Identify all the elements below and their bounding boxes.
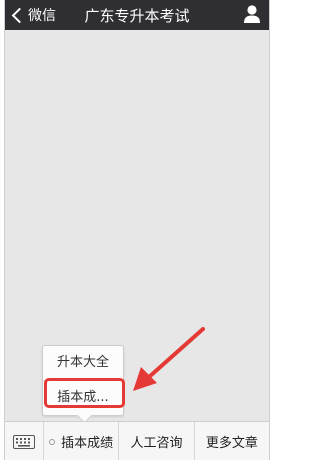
menu-tab-chaben-chengji[interactable]: 插本成绩 bbox=[44, 422, 118, 460]
keyboard-icon bbox=[13, 434, 35, 449]
top-nav-bar: 微信 广东专升本考试 bbox=[5, 0, 269, 30]
menu-tab-rengong-zixun[interactable]: 人工咨询 bbox=[118, 422, 193, 460]
menu-tab-label: 更多文章 bbox=[205, 436, 258, 451]
back-label: 微信 bbox=[28, 8, 56, 24]
menu-tab-label: 插本成绩 bbox=[61, 436, 114, 451]
profile-button[interactable] bbox=[243, 4, 261, 24]
submenu-popup: 升本大全 插本成... bbox=[42, 345, 124, 424]
back-button[interactable]: 微信 bbox=[11, 4, 56, 26]
user-icon bbox=[244, 5, 260, 23]
phone-screen: 微信 广东专升本考试 升本大全 插本成... 插本成绩 人工咨询 更多文章 bbox=[4, 0, 270, 460]
menu-tab-label: 人工咨询 bbox=[130, 436, 183, 451]
bottom-menu-bar: 插本成绩 人工咨询 更多文章 bbox=[5, 421, 269, 460]
submenu-item-shengben-daquan[interactable]: 升本大全 bbox=[43, 346, 123, 380]
menu-tab-gengduo-wenzhang[interactable]: 更多文章 bbox=[193, 422, 269, 460]
chevron-left-icon bbox=[11, 7, 28, 23]
keyboard-toggle-button[interactable] bbox=[5, 422, 44, 460]
submenu-dot-icon bbox=[49, 438, 56, 445]
